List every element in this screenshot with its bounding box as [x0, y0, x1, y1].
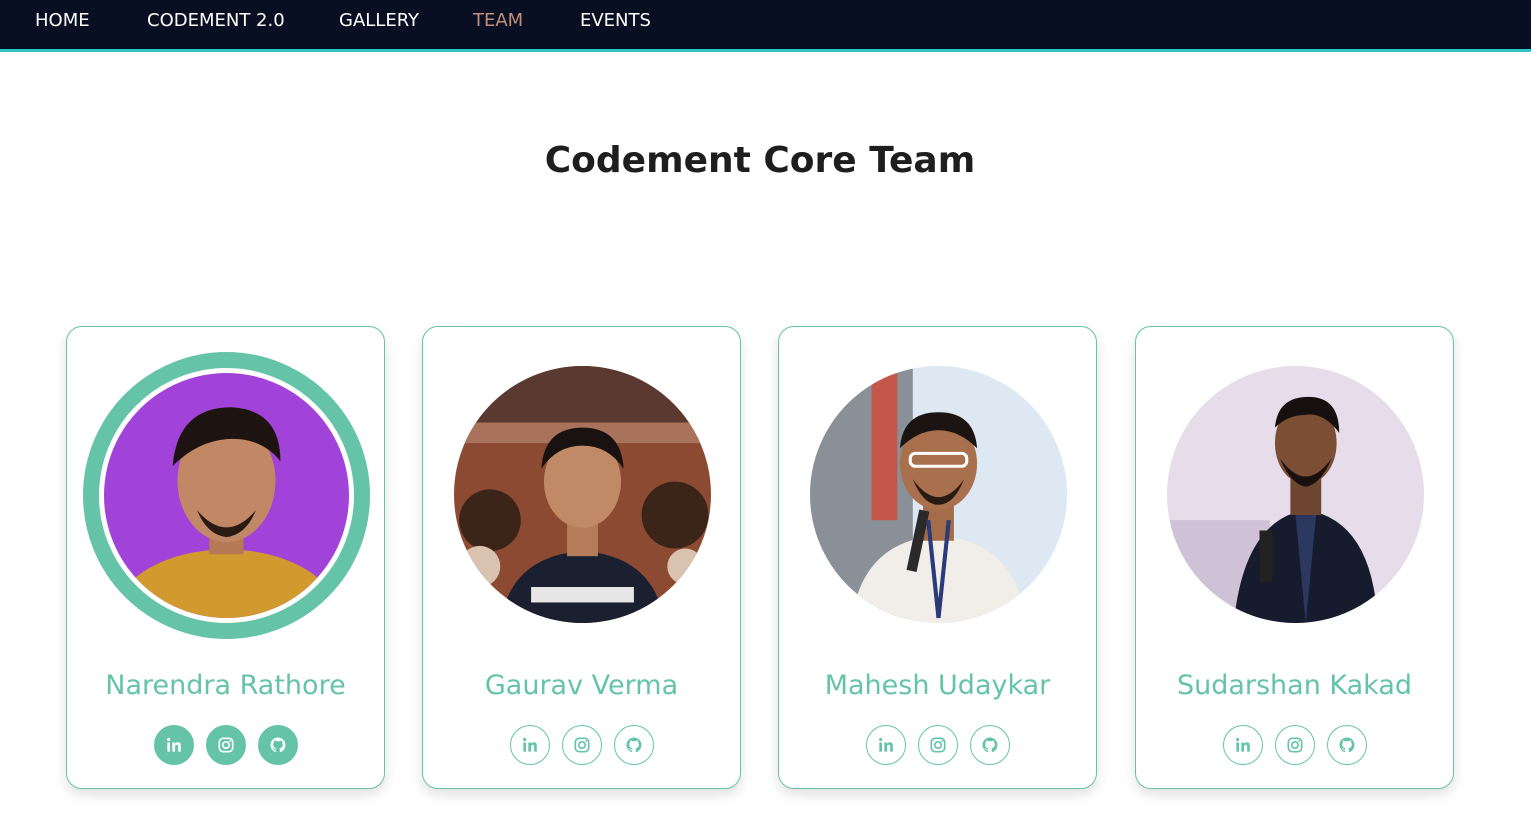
team-member-card: Gaurav Verma: [422, 326, 741, 789]
github-link[interactable]: [613, 725, 654, 765]
linkedin-link[interactable]: [153, 725, 194, 765]
member-name: Sudarshan Kakad: [1176, 670, 1413, 701]
member-name: Gaurav Verma: [484, 670, 679, 701]
github-link[interactable]: [969, 725, 1010, 765]
linkedin-icon: [522, 737, 537, 752]
github-link[interactable]: [1326, 725, 1367, 765]
member-photo: [810, 366, 1067, 623]
social-links: [1136, 725, 1453, 765]
team-member-card: Narendra Rathore: [66, 326, 385, 789]
member-photo: [83, 352, 370, 639]
social-links: [779, 725, 1096, 765]
github-icon: [981, 737, 997, 753]
instagram-link[interactable]: [1274, 725, 1315, 765]
github-icon: [269, 737, 285, 753]
member-photo: [454, 366, 711, 623]
team-member-card: Mahesh Udaykar: [778, 326, 1097, 789]
top-navbar: HOME CODEMENT 2.0 GALLERY TEAM EVENTS: [0, 0, 1531, 52]
instagram-link[interactable]: [561, 725, 602, 765]
social-links: [423, 725, 740, 765]
nav-gallery-link[interactable]: GALLERY: [339, 10, 419, 32]
page-title: Codement Core Team: [544, 140, 976, 181]
linkedin-icon: [166, 737, 181, 752]
nav-codement-link[interactable]: CODEMENT 2.0: [147, 10, 285, 32]
nav-events-link[interactable]: EVENTS: [580, 10, 651, 32]
linkedin-icon: [878, 737, 893, 752]
instagram-icon: [1287, 737, 1302, 753]
instagram-link[interactable]: [205, 725, 246, 765]
linkedin-icon: [1235, 737, 1250, 752]
github-icon: [1338, 737, 1354, 753]
team-member-card: Sudarshan Kakad: [1135, 326, 1454, 789]
instagram-icon: [930, 737, 945, 753]
github-icon: [625, 737, 641, 753]
member-photo: [1167, 366, 1424, 623]
linkedin-link[interactable]: [1222, 725, 1263, 765]
linkedin-link[interactable]: [509, 725, 550, 765]
nav-home-link[interactable]: HOME: [35, 10, 90, 32]
nav-team-link[interactable]: TEAM: [473, 10, 523, 32]
member-name: Narendra Rathore: [105, 670, 346, 701]
instagram-link[interactable]: [917, 725, 958, 765]
github-link[interactable]: [257, 725, 298, 765]
instagram-icon: [574, 737, 589, 753]
member-name: Mahesh Udaykar: [824, 670, 1051, 701]
social-links: [67, 725, 384, 765]
instagram-icon: [218, 737, 233, 753]
linkedin-link[interactable]: [865, 725, 906, 765]
